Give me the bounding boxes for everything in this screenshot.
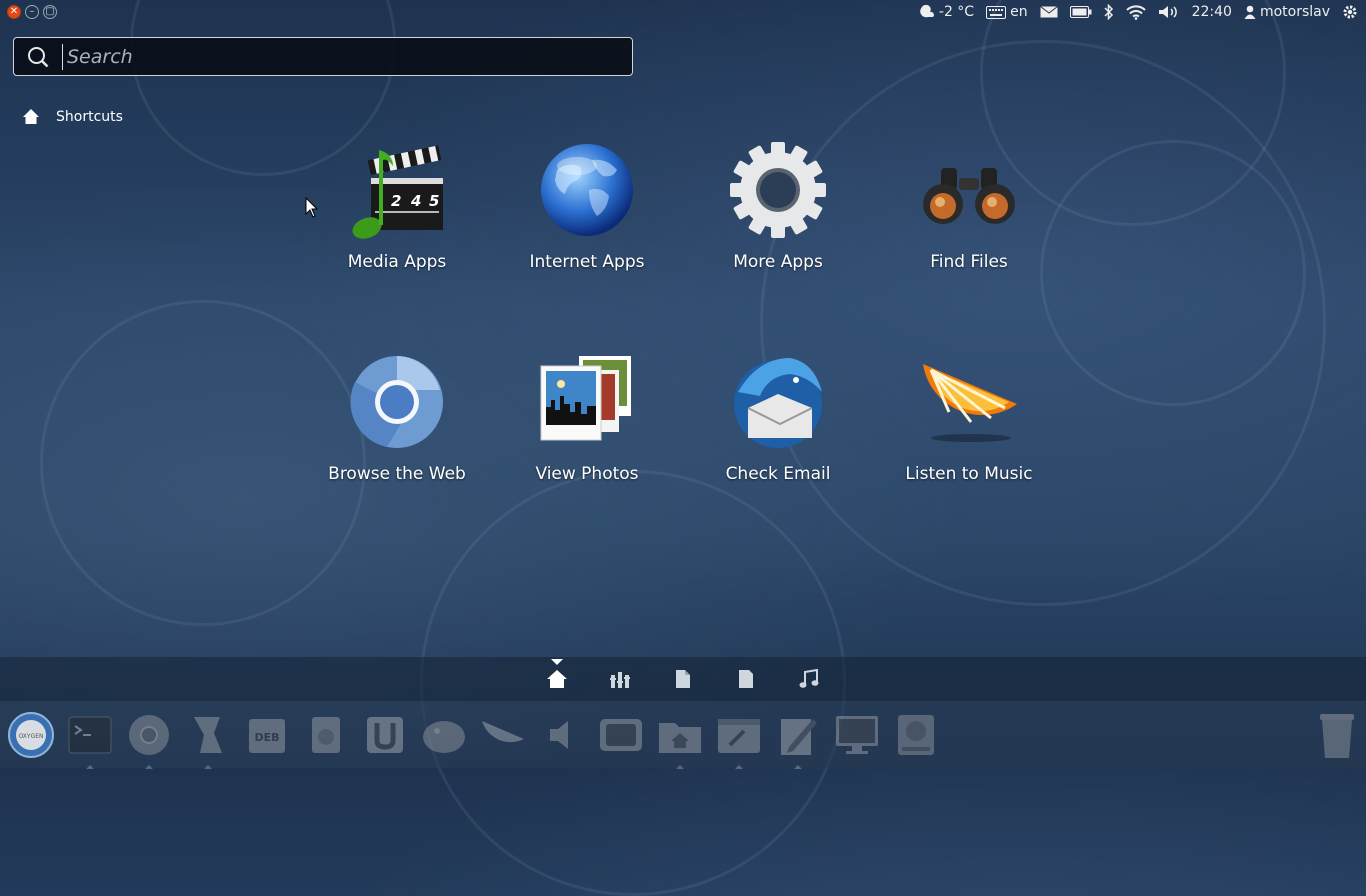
more-apps-gear-icon: [728, 140, 828, 240]
keyboard-icon: [986, 5, 1007, 19]
chromium-icon: [347, 352, 447, 452]
search-icon: [14, 46, 62, 68]
minimize-icon[interactable]: –: [25, 5, 39, 19]
mail-indicator[interactable]: [1039, 6, 1058, 18]
music-player-icon[interactable]: [478, 710, 528, 760]
keyboard-indicator[interactable]: en: [986, 4, 1028, 20]
app-label: View Photos: [535, 464, 639, 484]
clock-text: 22:40: [1191, 4, 1232, 20]
svg-text:5: 5: [429, 192, 439, 210]
battery-icon: [1069, 6, 1092, 18]
app-listen-music[interactable]: Listen to Music: [879, 352, 1059, 484]
mail-icon: [1039, 6, 1058, 18]
music-lens-icon[interactable]: [795, 665, 823, 693]
gimp-icon[interactable]: [183, 710, 233, 769]
app-view-photos[interactable]: View Photos: [497, 352, 677, 484]
mouse-cursor-icon: [305, 197, 319, 218]
home-folder-icon[interactable]: [655, 710, 705, 769]
category-label: Shortcuts: [56, 108, 123, 125]
applications-lens-icon[interactable]: [606, 665, 634, 693]
documents-lens-icon[interactable]: [732, 665, 760, 693]
media-apps-icon: 2 4 5: [347, 140, 447, 240]
photos-icon: [537, 352, 637, 452]
battery-indicator[interactable]: [1069, 6, 1092, 18]
software-center-icon[interactable]: [301, 710, 351, 760]
session-indicator[interactable]: [1342, 4, 1358, 20]
home-lens-icon[interactable]: [543, 659, 571, 693]
app-browse-web[interactable]: Browse the Web: [307, 352, 487, 484]
thunderbird-icon[interactable]: [419, 710, 469, 760]
app-label: Browse the Web: [328, 464, 466, 484]
music-orange-icon: [919, 352, 1019, 452]
app-label: Listen to Music: [905, 464, 1033, 484]
app-label: Find Files: [930, 252, 1008, 272]
user-icon: [1244, 5, 1256, 19]
app-label: Check Email: [725, 464, 831, 484]
app-check-email[interactable]: Check Email: [688, 352, 868, 484]
weather-icon: [920, 5, 934, 18]
app-find-files[interactable]: Find Files: [879, 140, 1059, 272]
chromium-icon[interactable]: [124, 710, 174, 769]
trash-icon[interactable]: [1318, 710, 1356, 764]
top-panel: ✕ – ▢ -2 °C en 22:40 motorslav: [0, 0, 1366, 24]
wallpaper-swirl: [760, 40, 1326, 606]
volume-indicator[interactable]: [1158, 5, 1180, 19]
weather-text: -2 °C: [938, 4, 975, 20]
session-gear-icon: [1343, 5, 1357, 19]
wifi-icon: [1125, 4, 1146, 20]
svg-text:2: 2: [391, 192, 401, 210]
lens-bar: [0, 657, 1366, 701]
volume-icon[interactable]: [537, 710, 587, 760]
binoculars-icon: [919, 140, 1019, 240]
home-icon: [23, 109, 39, 124]
app-label: Media Apps: [347, 252, 447, 272]
app-media-apps[interactable]: 2 4 5 Media Apps: [307, 140, 487, 272]
wifi-indicator[interactable]: [1125, 4, 1146, 20]
weather-indicator[interactable]: -2 °C: [919, 4, 974, 20]
user-indicator[interactable]: motorslav: [1244, 4, 1330, 20]
deb-package-icon[interactable]: DEB: [242, 710, 292, 760]
ubuntu-one-icon[interactable]: [360, 710, 410, 760]
indicator-area: -2 °C en 22:40 motorslav: [919, 4, 1358, 20]
search-input[interactable]: [62, 43, 632, 70]
launcher: OXYGEN DEB: [0, 701, 1366, 769]
tv-icon[interactable]: [596, 710, 646, 760]
svg-text:DEB: DEB: [254, 731, 279, 744]
thunderbird-icon: [728, 352, 828, 452]
close-icon[interactable]: ✕: [7, 5, 21, 19]
terminal-icon[interactable]: [65, 710, 115, 769]
text-editor-icon[interactable]: [773, 710, 823, 769]
bluetooth-icon: [1104, 4, 1113, 20]
system-settings-icon[interactable]: [714, 710, 764, 769]
window-controls: ✕ – ▢: [7, 5, 57, 19]
wallpaper-swirl: [1040, 140, 1306, 406]
clock-indicator[interactable]: 22:40: [1192, 4, 1232, 20]
maximize-icon[interactable]: ▢: [43, 5, 57, 19]
files-lens-icon[interactable]: [669, 665, 697, 693]
monitor-icon[interactable]: [832, 710, 882, 760]
dash-button-icon[interactable]: OXYGEN: [6, 710, 56, 760]
internet-apps-icon: [537, 140, 637, 240]
disk-icon[interactable]: [891, 710, 941, 760]
app-more-apps[interactable]: More Apps: [688, 140, 868, 272]
svg-text:4: 4: [410, 192, 421, 210]
username-text: motorslav: [1259, 4, 1330, 20]
bluetooth-indicator[interactable]: [1104, 4, 1114, 20]
app-label: More Apps: [733, 252, 823, 272]
category-header[interactable]: Shortcuts: [22, 108, 123, 125]
search-box: [13, 37, 633, 76]
keyboard-layout-text: en: [1010, 4, 1028, 20]
svg-text:OXYGEN: OXYGEN: [18, 733, 43, 740]
app-internet-apps[interactable]: Internet Apps: [497, 140, 677, 272]
app-label: Internet Apps: [529, 252, 645, 272]
volume-icon: [1158, 6, 1177, 18]
